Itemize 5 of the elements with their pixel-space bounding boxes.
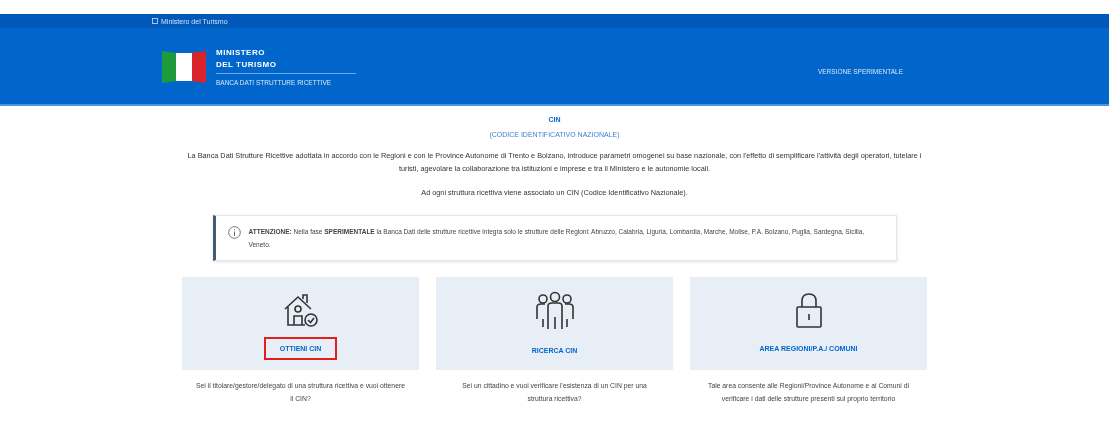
info-icon: [227, 226, 241, 239]
ministry-title: DEL TURISMO: [216, 58, 278, 71]
ministry-title: MINISTERO: [216, 46, 266, 59]
padlock-icon: [793, 291, 824, 329]
people-icon: [533, 291, 576, 331]
